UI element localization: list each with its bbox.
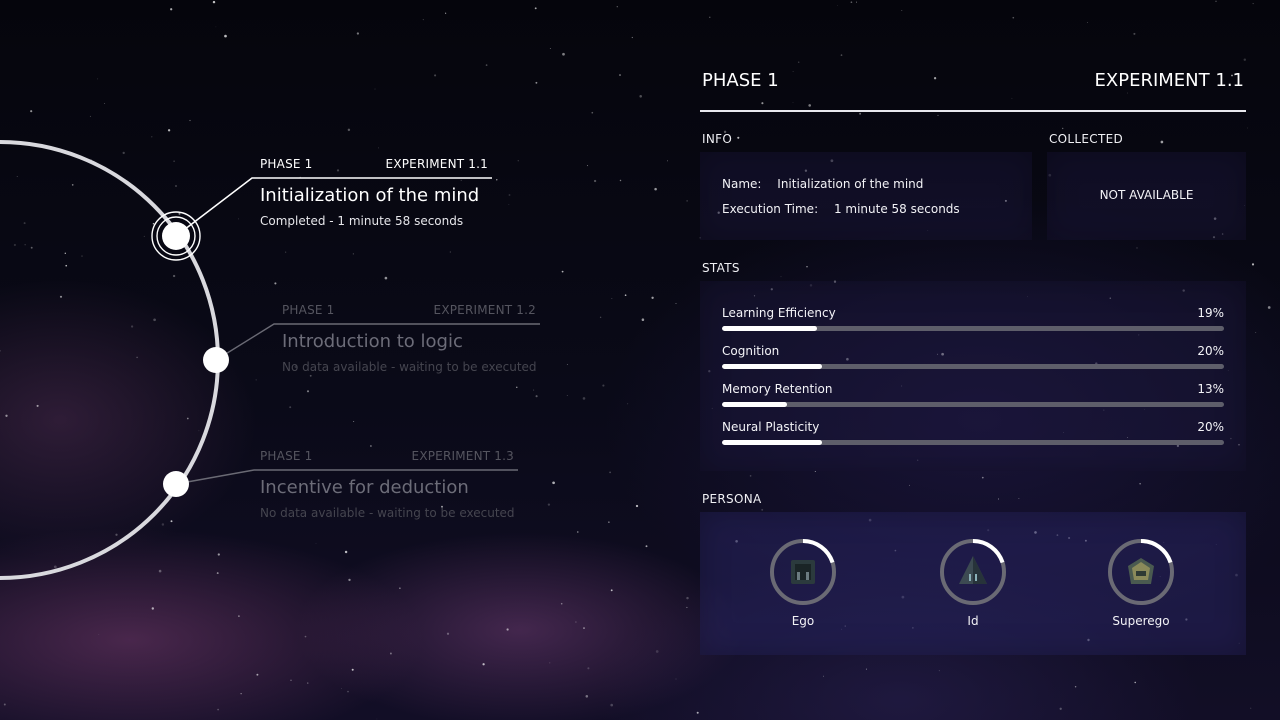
persona-label: Superego [1112, 614, 1170, 628]
timeline-node-3[interactable] [163, 471, 189, 497]
entry-status: No data available - waiting to be execut… [282, 360, 537, 374]
id-pyramid-icon [959, 556, 987, 584]
stat-neural-plasticity: Neural Plasticity 20% [722, 420, 1224, 450]
stat-cognition: Cognition 20% [722, 344, 1224, 374]
panel-header: PHASE 1 EXPERIMENT 1.1 [700, 70, 1246, 112]
info-time-key: Execution Time: [722, 202, 819, 216]
stat-name: Neural Plasticity [722, 420, 820, 434]
timeline-entry-2[interactable]: PHASE 1 EXPERIMENT 1.2 Introduction to l… [282, 303, 537, 374]
entry-phase: PHASE 1 [260, 157, 313, 171]
entry-title: Introduction to logic [282, 331, 463, 352]
collected-section-label: COLLECTED [1049, 132, 1124, 146]
stat-bar-fill [722, 326, 818, 331]
superego-icon [1128, 558, 1154, 584]
info-name-value: Initialization of the mind [777, 177, 924, 191]
stat-percent: 19% [1197, 306, 1224, 320]
stat-percent: 20% [1197, 344, 1224, 358]
info-name-key: Name: [722, 177, 762, 191]
panel-experiment-title: EXPERIMENT 1.1 [1094, 70, 1244, 91]
timeline-orbit [0, 140, 220, 580]
collected-value: NOT AVAILABLE [1099, 188, 1194, 202]
persona-section-label: PERSONA [702, 492, 762, 506]
stat-bar-track [722, 326, 1224, 331]
info-name-row: Name: Initialization of the mind [722, 177, 923, 191]
timeline-node-1[interactable] [151, 211, 201, 261]
stat-name: Learning Efficiency [722, 306, 836, 320]
entry-phase: PHASE 1 [260, 449, 313, 463]
persona-ring [940, 539, 1006, 605]
persona-superego[interactable]: Superego [1081, 538, 1201, 628]
entry-experiment: EXPERIMENT 1.3 [411, 449, 514, 463]
entry-experiment: EXPERIMENT 1.2 [433, 303, 536, 317]
entry-status: Completed - 1 minute 58 seconds [260, 214, 464, 228]
persona-ring [770, 539, 836, 605]
entry-status: No data available - waiting to be execut… [260, 506, 515, 520]
stat-bar-fill [722, 440, 823, 445]
persona-id[interactable]: Id [913, 538, 1033, 628]
entry-experiment: EXPERIMENT 1.1 [385, 157, 488, 171]
stats-section-label: STATS [702, 261, 740, 275]
stat-bar-track [722, 364, 1224, 369]
info-time-value: 1 minute 58 seconds [833, 202, 960, 216]
stat-percent: 13% [1197, 382, 1224, 396]
stat-percent: 20% [1197, 420, 1224, 434]
stats-box: Learning Efficiency 19% Cognition 20% Me… [700, 281, 1246, 471]
stat-bar-track [722, 440, 1224, 445]
timeline-entry-3[interactable]: PHASE 1 EXPERIMENT 1.3 Incentive for ded… [260, 449, 515, 520]
info-box: Name: Initialization of the mind Executi… [700, 152, 1032, 240]
persona-box: Ego Id Superego [700, 512, 1246, 655]
persona-label: Ego [791, 614, 815, 628]
panel-phase-title: PHASE 1 [702, 70, 779, 91]
info-section-label: INFO [702, 132, 733, 146]
collected-box: NOT AVAILABLE [1047, 152, 1246, 240]
stat-bar-track [722, 402, 1224, 407]
entry-title: Initialization of the mind [260, 185, 480, 206]
stat-name: Memory Retention [722, 382, 833, 396]
stat-memory-retention: Memory Retention 13% [722, 382, 1224, 412]
timeline-node-2[interactable] [203, 347, 229, 373]
stat-name: Cognition [722, 344, 780, 358]
stat-bar-fill [722, 402, 788, 407]
stat-learning-efficiency: Learning Efficiency 19% [722, 306, 1224, 336]
info-time-row: Execution Time: 1 minute 58 seconds [722, 202, 960, 216]
persona-ego[interactable]: Ego [743, 538, 863, 628]
persona-label: Id [967, 614, 979, 628]
entry-phase: PHASE 1 [282, 303, 335, 317]
ego-icon [791, 560, 815, 584]
stat-bar-fill [722, 364, 823, 369]
entry-title: Incentive for deduction [260, 477, 469, 498]
persona-ring [1108, 539, 1174, 605]
timeline-entry-1[interactable]: PHASE 1 EXPERIMENT 1.1 Initialization of… [260, 157, 488, 228]
